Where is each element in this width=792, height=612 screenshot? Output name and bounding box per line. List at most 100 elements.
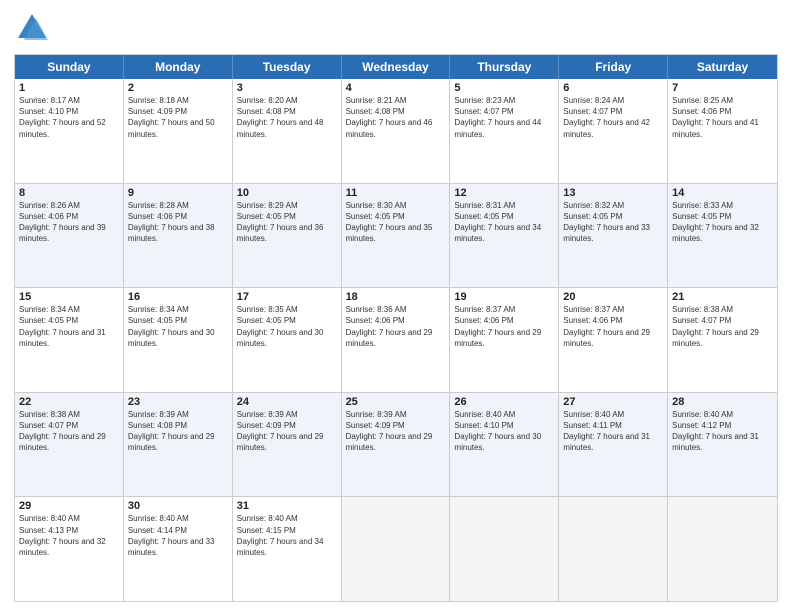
calendar-cell (450, 497, 559, 601)
cell-info: Sunrise: 8:38 AM Sunset: 4:07 PM Dayligh… (19, 409, 119, 454)
calendar-cell: 29 Sunrise: 8:40 AM Sunset: 4:13 PM Dayl… (15, 497, 124, 601)
calendar-cell (559, 497, 668, 601)
calendar-cell: 6 Sunrise: 8:24 AM Sunset: 4:07 PM Dayli… (559, 79, 668, 183)
calendar-cell: 12 Sunrise: 8:31 AM Sunset: 4:05 PM Dayl… (450, 184, 559, 288)
calendar-cell: 18 Sunrise: 8:36 AM Sunset: 4:06 PM Dayl… (342, 288, 451, 392)
logo-icon (14, 10, 50, 46)
day-number: 21 (672, 291, 773, 303)
day-number: 15 (19, 291, 119, 303)
calendar-row-3: 22 Sunrise: 8:38 AM Sunset: 4:07 PM Dayl… (15, 392, 777, 497)
day-number: 29 (19, 500, 119, 512)
calendar-cell: 26 Sunrise: 8:40 AM Sunset: 4:10 PM Dayl… (450, 393, 559, 497)
calendar-row-0: 1 Sunrise: 8:17 AM Sunset: 4:10 PM Dayli… (15, 79, 777, 183)
day-number: 1 (19, 82, 119, 94)
day-number: 5 (454, 82, 554, 94)
day-header-thursday: Thursday (450, 55, 559, 79)
calendar-cell: 28 Sunrise: 8:40 AM Sunset: 4:12 PM Dayl… (668, 393, 777, 497)
calendar: SundayMondayTuesdayWednesdayThursdayFrid… (14, 54, 778, 602)
calendar-cell: 21 Sunrise: 8:38 AM Sunset: 4:07 PM Dayl… (668, 288, 777, 392)
day-number: 30 (128, 500, 228, 512)
cell-info: Sunrise: 8:36 AM Sunset: 4:06 PM Dayligh… (346, 304, 446, 349)
calendar-cell: 30 Sunrise: 8:40 AM Sunset: 4:14 PM Dayl… (124, 497, 233, 601)
day-header-friday: Friday (559, 55, 668, 79)
day-number: 12 (454, 187, 554, 199)
page-container: SundayMondayTuesdayWednesdayThursdayFrid… (0, 0, 792, 612)
day-number: 19 (454, 291, 554, 303)
calendar-header: SundayMondayTuesdayWednesdayThursdayFrid… (15, 55, 777, 79)
day-number: 7 (672, 82, 773, 94)
day-number: 10 (237, 187, 337, 199)
calendar-row-4: 29 Sunrise: 8:40 AM Sunset: 4:13 PM Dayl… (15, 496, 777, 601)
day-number: 25 (346, 396, 446, 408)
day-number: 2 (128, 82, 228, 94)
cell-info: Sunrise: 8:31 AM Sunset: 4:05 PM Dayligh… (454, 200, 554, 245)
day-number: 23 (128, 396, 228, 408)
calendar-body: 1 Sunrise: 8:17 AM Sunset: 4:10 PM Dayli… (15, 79, 777, 601)
cell-info: Sunrise: 8:28 AM Sunset: 4:06 PM Dayligh… (128, 200, 228, 245)
day-number: 8 (19, 187, 119, 199)
cell-info: Sunrise: 8:34 AM Sunset: 4:05 PM Dayligh… (128, 304, 228, 349)
cell-info: Sunrise: 8:26 AM Sunset: 4:06 PM Dayligh… (19, 200, 119, 245)
calendar-cell: 23 Sunrise: 8:39 AM Sunset: 4:08 PM Dayl… (124, 393, 233, 497)
calendar-cell: 22 Sunrise: 8:38 AM Sunset: 4:07 PM Dayl… (15, 393, 124, 497)
day-number: 17 (237, 291, 337, 303)
calendar-cell (342, 497, 451, 601)
calendar-cell: 9 Sunrise: 8:28 AM Sunset: 4:06 PM Dayli… (124, 184, 233, 288)
calendar-cell: 7 Sunrise: 8:25 AM Sunset: 4:06 PM Dayli… (668, 79, 777, 183)
day-number: 14 (672, 187, 773, 199)
day-number: 26 (454, 396, 554, 408)
cell-info: Sunrise: 8:39 AM Sunset: 4:08 PM Dayligh… (128, 409, 228, 454)
calendar-cell: 8 Sunrise: 8:26 AM Sunset: 4:06 PM Dayli… (15, 184, 124, 288)
calendar-cell: 3 Sunrise: 8:20 AM Sunset: 4:08 PM Dayli… (233, 79, 342, 183)
day-header-tuesday: Tuesday (233, 55, 342, 79)
calendar-cell: 10 Sunrise: 8:29 AM Sunset: 4:05 PM Dayl… (233, 184, 342, 288)
calendar-cell: 13 Sunrise: 8:32 AM Sunset: 4:05 PM Dayl… (559, 184, 668, 288)
cell-info: Sunrise: 8:39 AM Sunset: 4:09 PM Dayligh… (346, 409, 446, 454)
cell-info: Sunrise: 8:23 AM Sunset: 4:07 PM Dayligh… (454, 95, 554, 140)
cell-info: Sunrise: 8:18 AM Sunset: 4:09 PM Dayligh… (128, 95, 228, 140)
day-number: 22 (19, 396, 119, 408)
day-number: 28 (672, 396, 773, 408)
cell-info: Sunrise: 8:39 AM Sunset: 4:09 PM Dayligh… (237, 409, 337, 454)
cell-info: Sunrise: 8:37 AM Sunset: 4:06 PM Dayligh… (454, 304, 554, 349)
day-number: 11 (346, 187, 446, 199)
cell-info: Sunrise: 8:40 AM Sunset: 4:10 PM Dayligh… (454, 409, 554, 454)
calendar-cell: 27 Sunrise: 8:40 AM Sunset: 4:11 PM Dayl… (559, 393, 668, 497)
calendar-cell: 19 Sunrise: 8:37 AM Sunset: 4:06 PM Dayl… (450, 288, 559, 392)
page-header (14, 10, 778, 46)
cell-info: Sunrise: 8:25 AM Sunset: 4:06 PM Dayligh… (672, 95, 773, 140)
cell-info: Sunrise: 8:38 AM Sunset: 4:07 PM Dayligh… (672, 304, 773, 349)
day-number: 18 (346, 291, 446, 303)
cell-info: Sunrise: 8:40 AM Sunset: 4:13 PM Dayligh… (19, 513, 119, 558)
cell-info: Sunrise: 8:17 AM Sunset: 4:10 PM Dayligh… (19, 95, 119, 140)
calendar-cell: 14 Sunrise: 8:33 AM Sunset: 4:05 PM Dayl… (668, 184, 777, 288)
day-number: 9 (128, 187, 228, 199)
cell-info: Sunrise: 8:24 AM Sunset: 4:07 PM Dayligh… (563, 95, 663, 140)
day-number: 24 (237, 396, 337, 408)
day-header-sunday: Sunday (15, 55, 124, 79)
day-number: 16 (128, 291, 228, 303)
day-header-monday: Monday (124, 55, 233, 79)
cell-info: Sunrise: 8:33 AM Sunset: 4:05 PM Dayligh… (672, 200, 773, 245)
calendar-cell: 31 Sunrise: 8:40 AM Sunset: 4:15 PM Dayl… (233, 497, 342, 601)
calendar-cell: 4 Sunrise: 8:21 AM Sunset: 4:08 PM Dayli… (342, 79, 451, 183)
day-number: 3 (237, 82, 337, 94)
cell-info: Sunrise: 8:20 AM Sunset: 4:08 PM Dayligh… (237, 95, 337, 140)
cell-info: Sunrise: 8:40 AM Sunset: 4:15 PM Dayligh… (237, 513, 337, 558)
calendar-cell (668, 497, 777, 601)
day-number: 20 (563, 291, 663, 303)
cell-info: Sunrise: 8:35 AM Sunset: 4:05 PM Dayligh… (237, 304, 337, 349)
calendar-cell: 17 Sunrise: 8:35 AM Sunset: 4:05 PM Dayl… (233, 288, 342, 392)
cell-info: Sunrise: 8:37 AM Sunset: 4:06 PM Dayligh… (563, 304, 663, 349)
calendar-cell: 24 Sunrise: 8:39 AM Sunset: 4:09 PM Dayl… (233, 393, 342, 497)
calendar-cell: 1 Sunrise: 8:17 AM Sunset: 4:10 PM Dayli… (15, 79, 124, 183)
day-header-saturday: Saturday (668, 55, 777, 79)
cell-info: Sunrise: 8:40 AM Sunset: 4:12 PM Dayligh… (672, 409, 773, 454)
calendar-cell: 5 Sunrise: 8:23 AM Sunset: 4:07 PM Dayli… (450, 79, 559, 183)
calendar-cell: 16 Sunrise: 8:34 AM Sunset: 4:05 PM Dayl… (124, 288, 233, 392)
calendar-cell: 20 Sunrise: 8:37 AM Sunset: 4:06 PM Dayl… (559, 288, 668, 392)
calendar-row-2: 15 Sunrise: 8:34 AM Sunset: 4:05 PM Dayl… (15, 287, 777, 392)
cell-info: Sunrise: 8:29 AM Sunset: 4:05 PM Dayligh… (237, 200, 337, 245)
calendar-cell: 25 Sunrise: 8:39 AM Sunset: 4:09 PM Dayl… (342, 393, 451, 497)
cell-info: Sunrise: 8:34 AM Sunset: 4:05 PM Dayligh… (19, 304, 119, 349)
